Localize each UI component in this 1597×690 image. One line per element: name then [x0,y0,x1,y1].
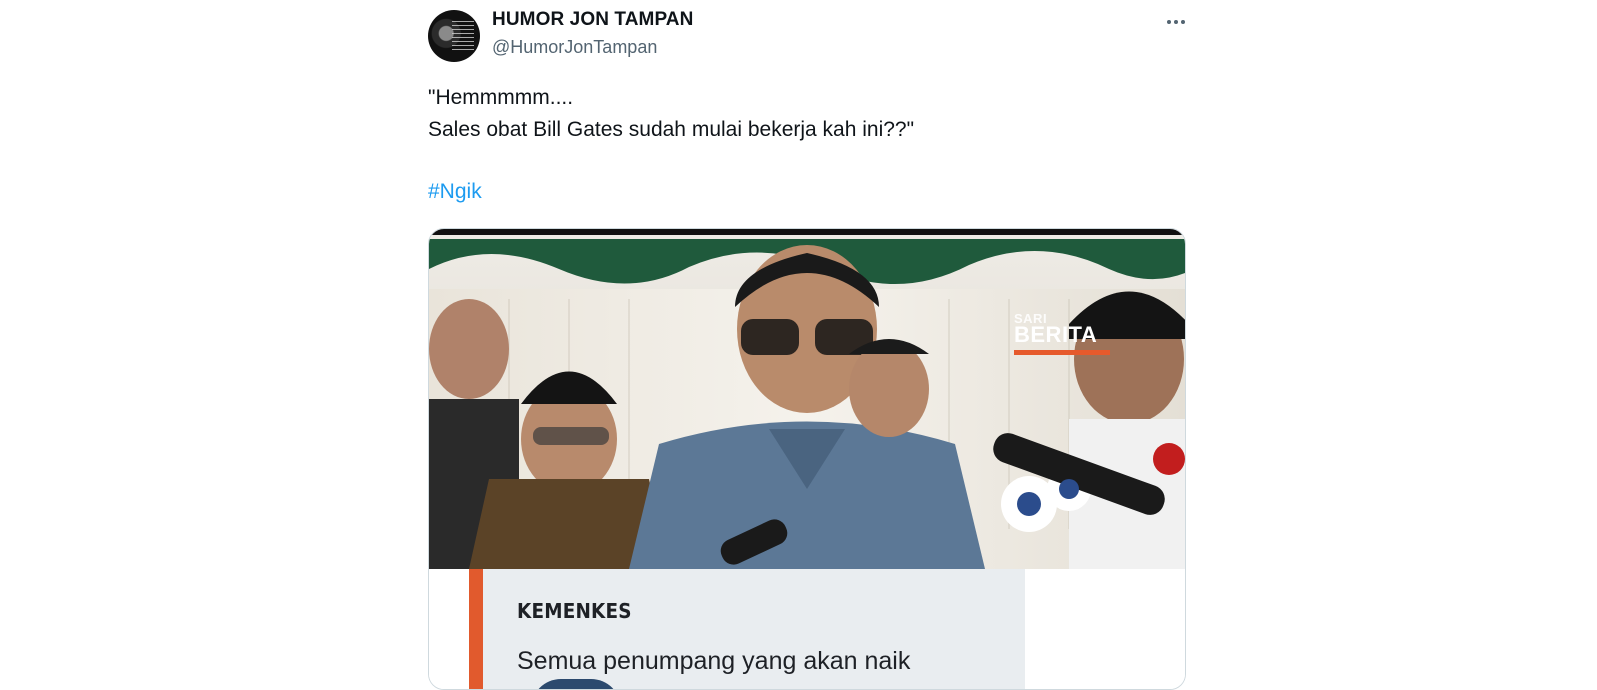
avatar[interactable] [428,10,480,62]
tweet-text-line-1: "Hemmmmm.... [428,86,574,109]
avatar-image [452,20,474,50]
news-photo [429,229,1185,569]
news-watermark: SARI BERITA [1014,311,1110,355]
tweet-text: "Hemmmmm.... Sales obat Bill Gates sudah… [428,82,1168,208]
news-card-headline: Semua penumpang yang akan naik [517,647,911,675]
tweet-media[interactable]: SARI BERITA KEMENKES Semua penumpang yan… [428,228,1186,690]
watermark-small-text: SARI [1014,311,1048,326]
author-handle[interactable]: @HumorJonTampan [492,37,657,58]
news-card: KEMENKES Semua penumpang yang akan naik [429,569,1185,689]
author-display-name[interactable]: HUMOR JON TAMPAN [492,9,693,31]
more-horizontal-icon [1167,20,1185,24]
tweet: HUMOR JON TAMPAN @HumorJonTampan "Hemmmm… [428,0,1186,690]
tweet-text-line-2: Sales obat Bill Gates sudah mulai bekerj… [428,118,915,141]
news-card-panel: KEMENKES Semua penumpang yang akan naik [469,569,1025,689]
news-card-accent [469,569,483,689]
news-card-kicker: KEMENKES [517,599,632,623]
hashtag-link[interactable]: #Ngik [428,180,482,203]
kemenkes-emblem-icon [531,679,621,689]
watermark-underline [1014,350,1110,355]
more-options-button[interactable] [1164,14,1188,30]
